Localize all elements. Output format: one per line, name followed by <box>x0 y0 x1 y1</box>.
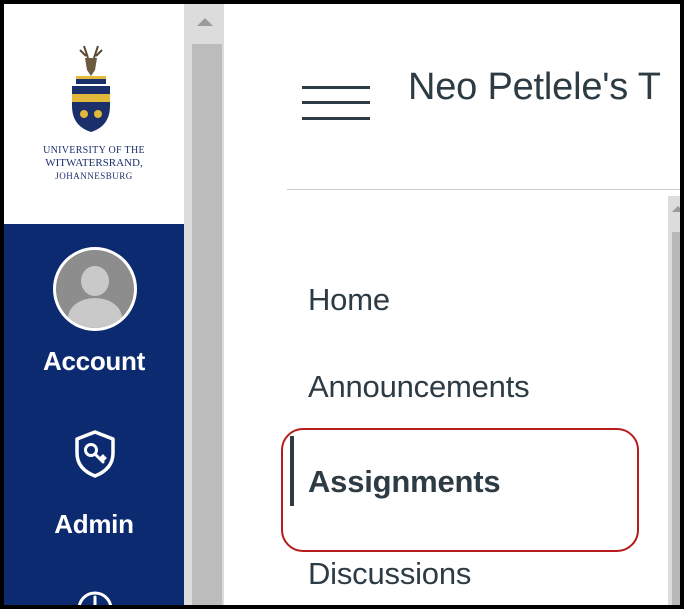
logo-line-2: WITWATERSRAND, <box>45 157 143 169</box>
scrollbar-thumb[interactable] <box>672 232 680 605</box>
header-divider <box>287 189 680 190</box>
scroll-up-arrow-icon[interactable] <box>672 206 680 212</box>
nav-label-admin: Admin <box>54 509 134 539</box>
nav-label-account: Account <box>43 346 145 376</box>
logo-line-3: JOHANNESBURG <box>55 171 133 181</box>
logo-line-1: UNIVERSITY OF THE <box>43 145 145 156</box>
dashboard-icon[interactable] <box>75 589 115 609</box>
nav-scrollbar[interactable] <box>184 4 224 605</box>
global-navigation: UNIVERSITY OF THE WITWATERSRAND, JOHANNE… <box>4 4 184 605</box>
user-avatar-icon <box>53 247 137 331</box>
highlight-callout <box>281 428 639 552</box>
screenshot-frame: UNIVERSITY OF THE WITWATERSRAND, JOHANNE… <box>0 0 684 609</box>
scroll-up-arrow-icon[interactable] <box>197 18 213 26</box>
main-content: Neo Petlele's T Home Announcements Assig… <box>224 4 680 605</box>
shield-key-icon <box>75 430 115 478</box>
logo-text: UNIVERSITY OF THE WITWATERSRAND, JOHANNE… <box>4 144 184 183</box>
course-nav-discussions[interactable]: Discussions <box>308 556 471 592</box>
course-nav-announcements[interactable]: Announcements <box>308 369 530 405</box>
university-logo[interactable]: UNIVERSITY OF THE WITWATERSRAND, JOHANNE… <box>4 4 184 224</box>
course-title[interactable]: Neo Petlele's T <box>408 66 661 109</box>
course-nav-home[interactable]: Home <box>308 282 390 318</box>
hamburger-menu-icon[interactable] <box>302 82 370 124</box>
scrollbar-thumb[interactable] <box>192 44 222 605</box>
crest-icon <box>72 45 110 132</box>
content-scrollbar[interactable] <box>668 196 680 605</box>
global-nav-menu: Account Admin <box>4 224 184 605</box>
